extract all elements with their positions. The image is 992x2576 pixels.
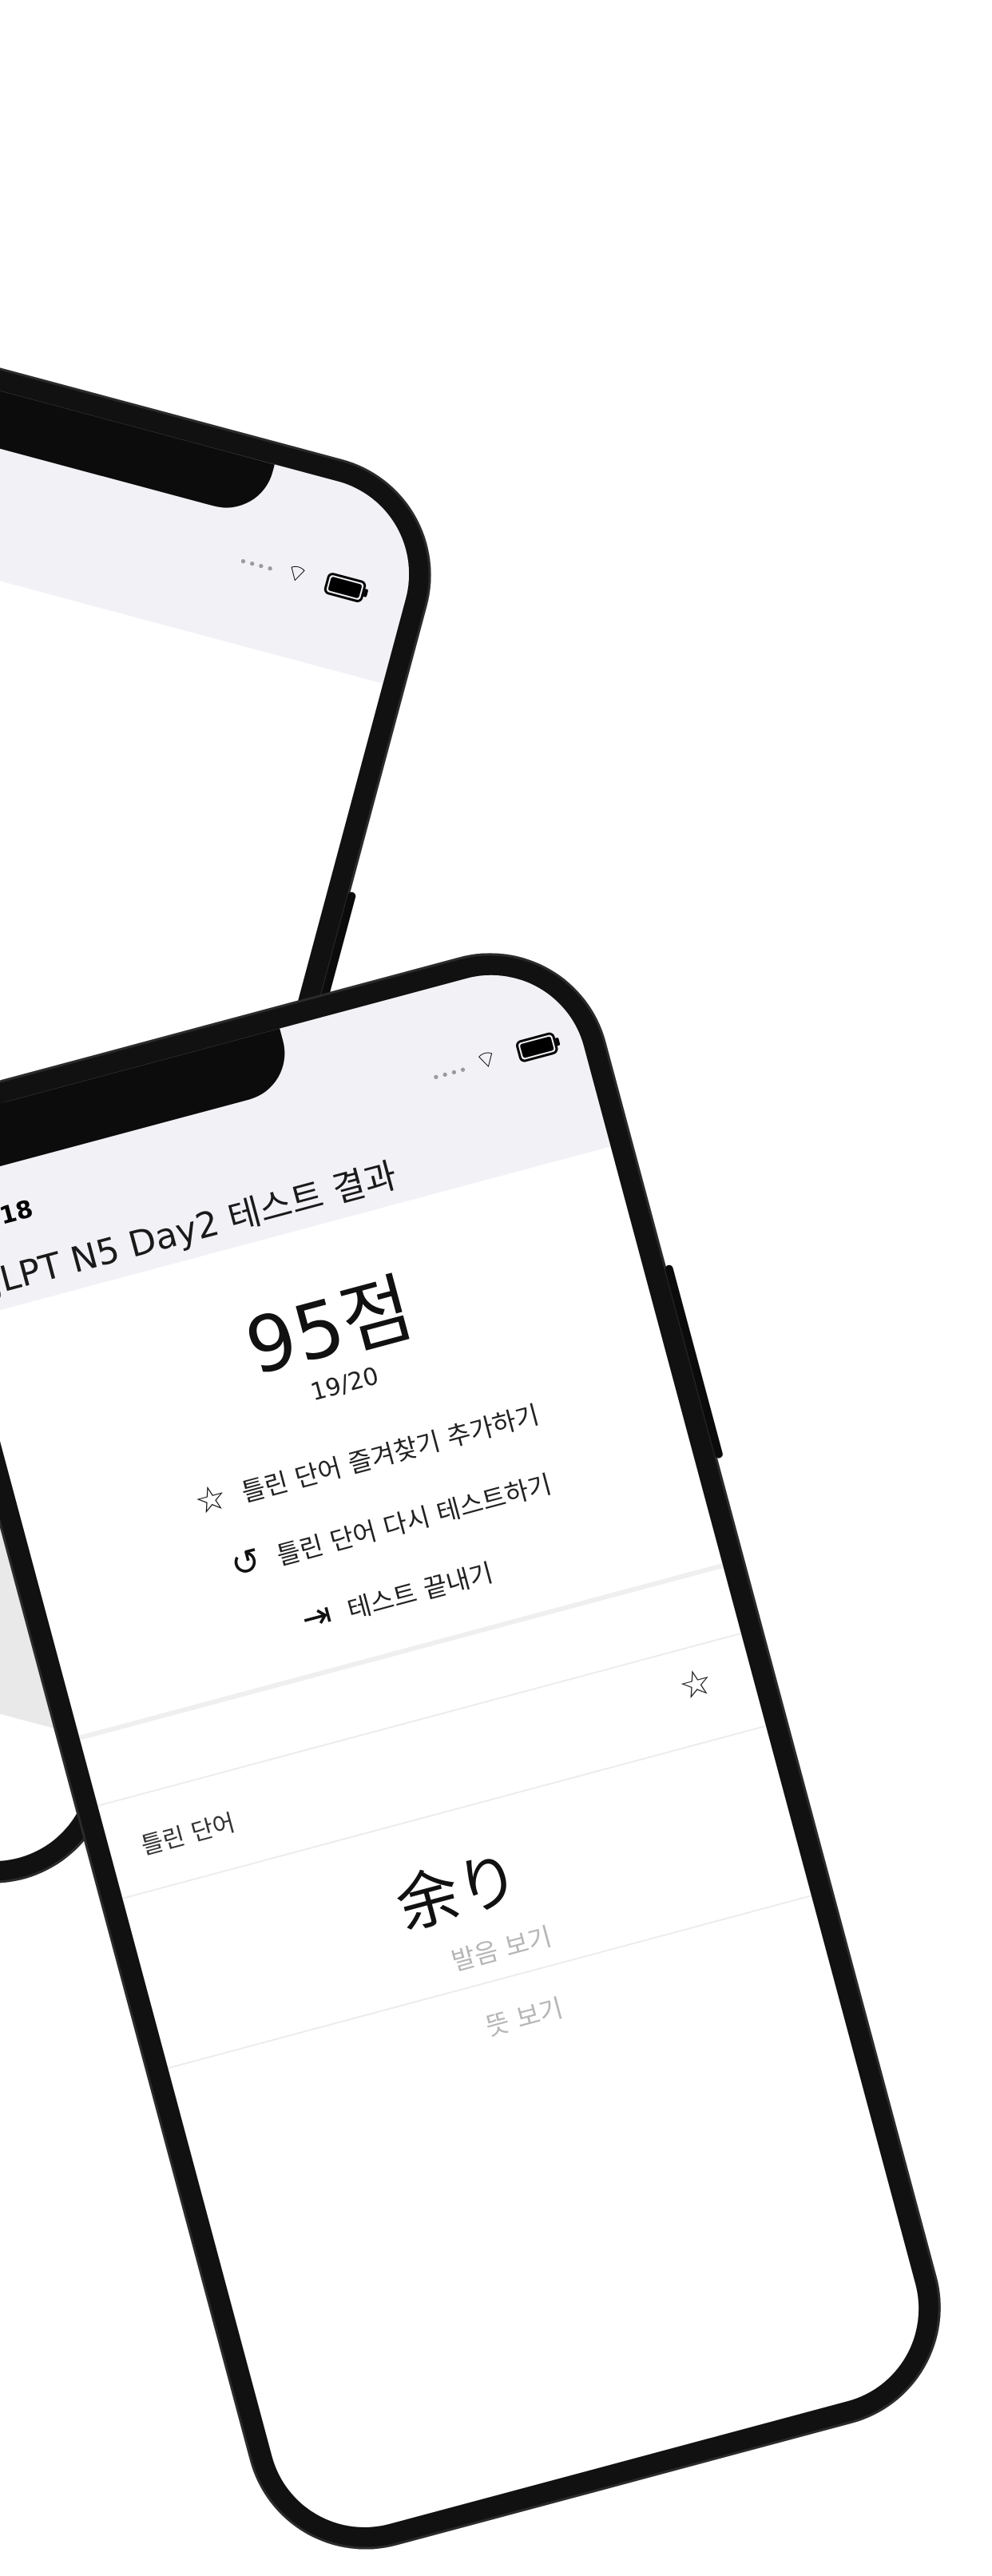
end-test-button[interactable]: ⇥ 테스트 끝내기: [292, 1550, 497, 1642]
front-phone-frame: 2:18 •••• ⌔ JLPT N5 Day2 테스트 결과 95점 19/2…: [0, 926, 968, 2576]
back-status-bar: [0, 338, 431, 684]
wrong-words-header: 틀린 단어: [138, 1808, 239, 1861]
show-meaning-button[interactable]: 뜻 보기: [481, 1988, 566, 2044]
exit-icon: ⇥: [297, 1593, 336, 1641]
favorite-all-star-icon[interactable]: ☆: [674, 1658, 717, 1709]
star-outline-icon: ☆: [190, 1475, 232, 1524]
front-phone-screen: 2:18 •••• ⌔ JLPT N5 Day2 테스트 결과 95점 19/2…: [0, 953, 941, 2549]
retry-icon: ↺: [226, 1539, 266, 1587]
action-label: 테스트 끝내기: [343, 1557, 496, 1625]
section-divider-thin: [97, 1632, 742, 1807]
